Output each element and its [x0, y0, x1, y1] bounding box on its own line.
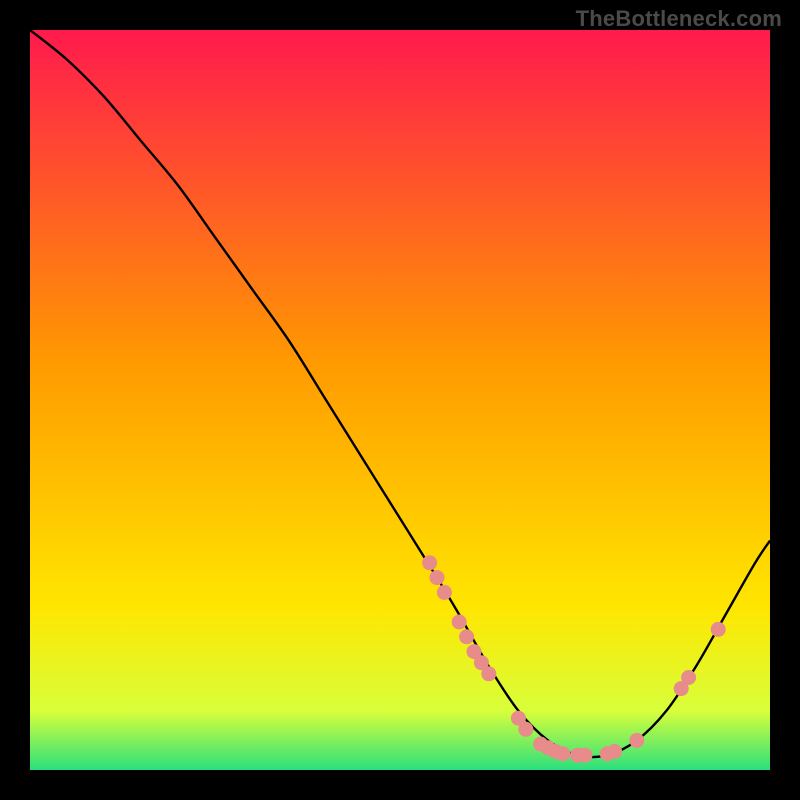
scatter-point [481, 666, 496, 681]
scatter-point [578, 748, 593, 763]
scatter-point [711, 622, 726, 637]
scatter-point [555, 746, 570, 761]
scatter-point [518, 722, 533, 737]
plot-area [30, 30, 770, 770]
watermark-text: TheBottleneck.com [576, 6, 782, 32]
scatter-point [681, 670, 696, 685]
scatter-point [430, 570, 445, 585]
chart-frame: TheBottleneck.com [0, 0, 800, 800]
scatter-point [459, 629, 474, 644]
chart-svg [30, 30, 770, 770]
scatter-point [452, 615, 467, 630]
scatter-point [437, 585, 452, 600]
scatter-point [422, 555, 437, 570]
scatter-point [607, 744, 622, 759]
scatter-point [629, 733, 644, 748]
